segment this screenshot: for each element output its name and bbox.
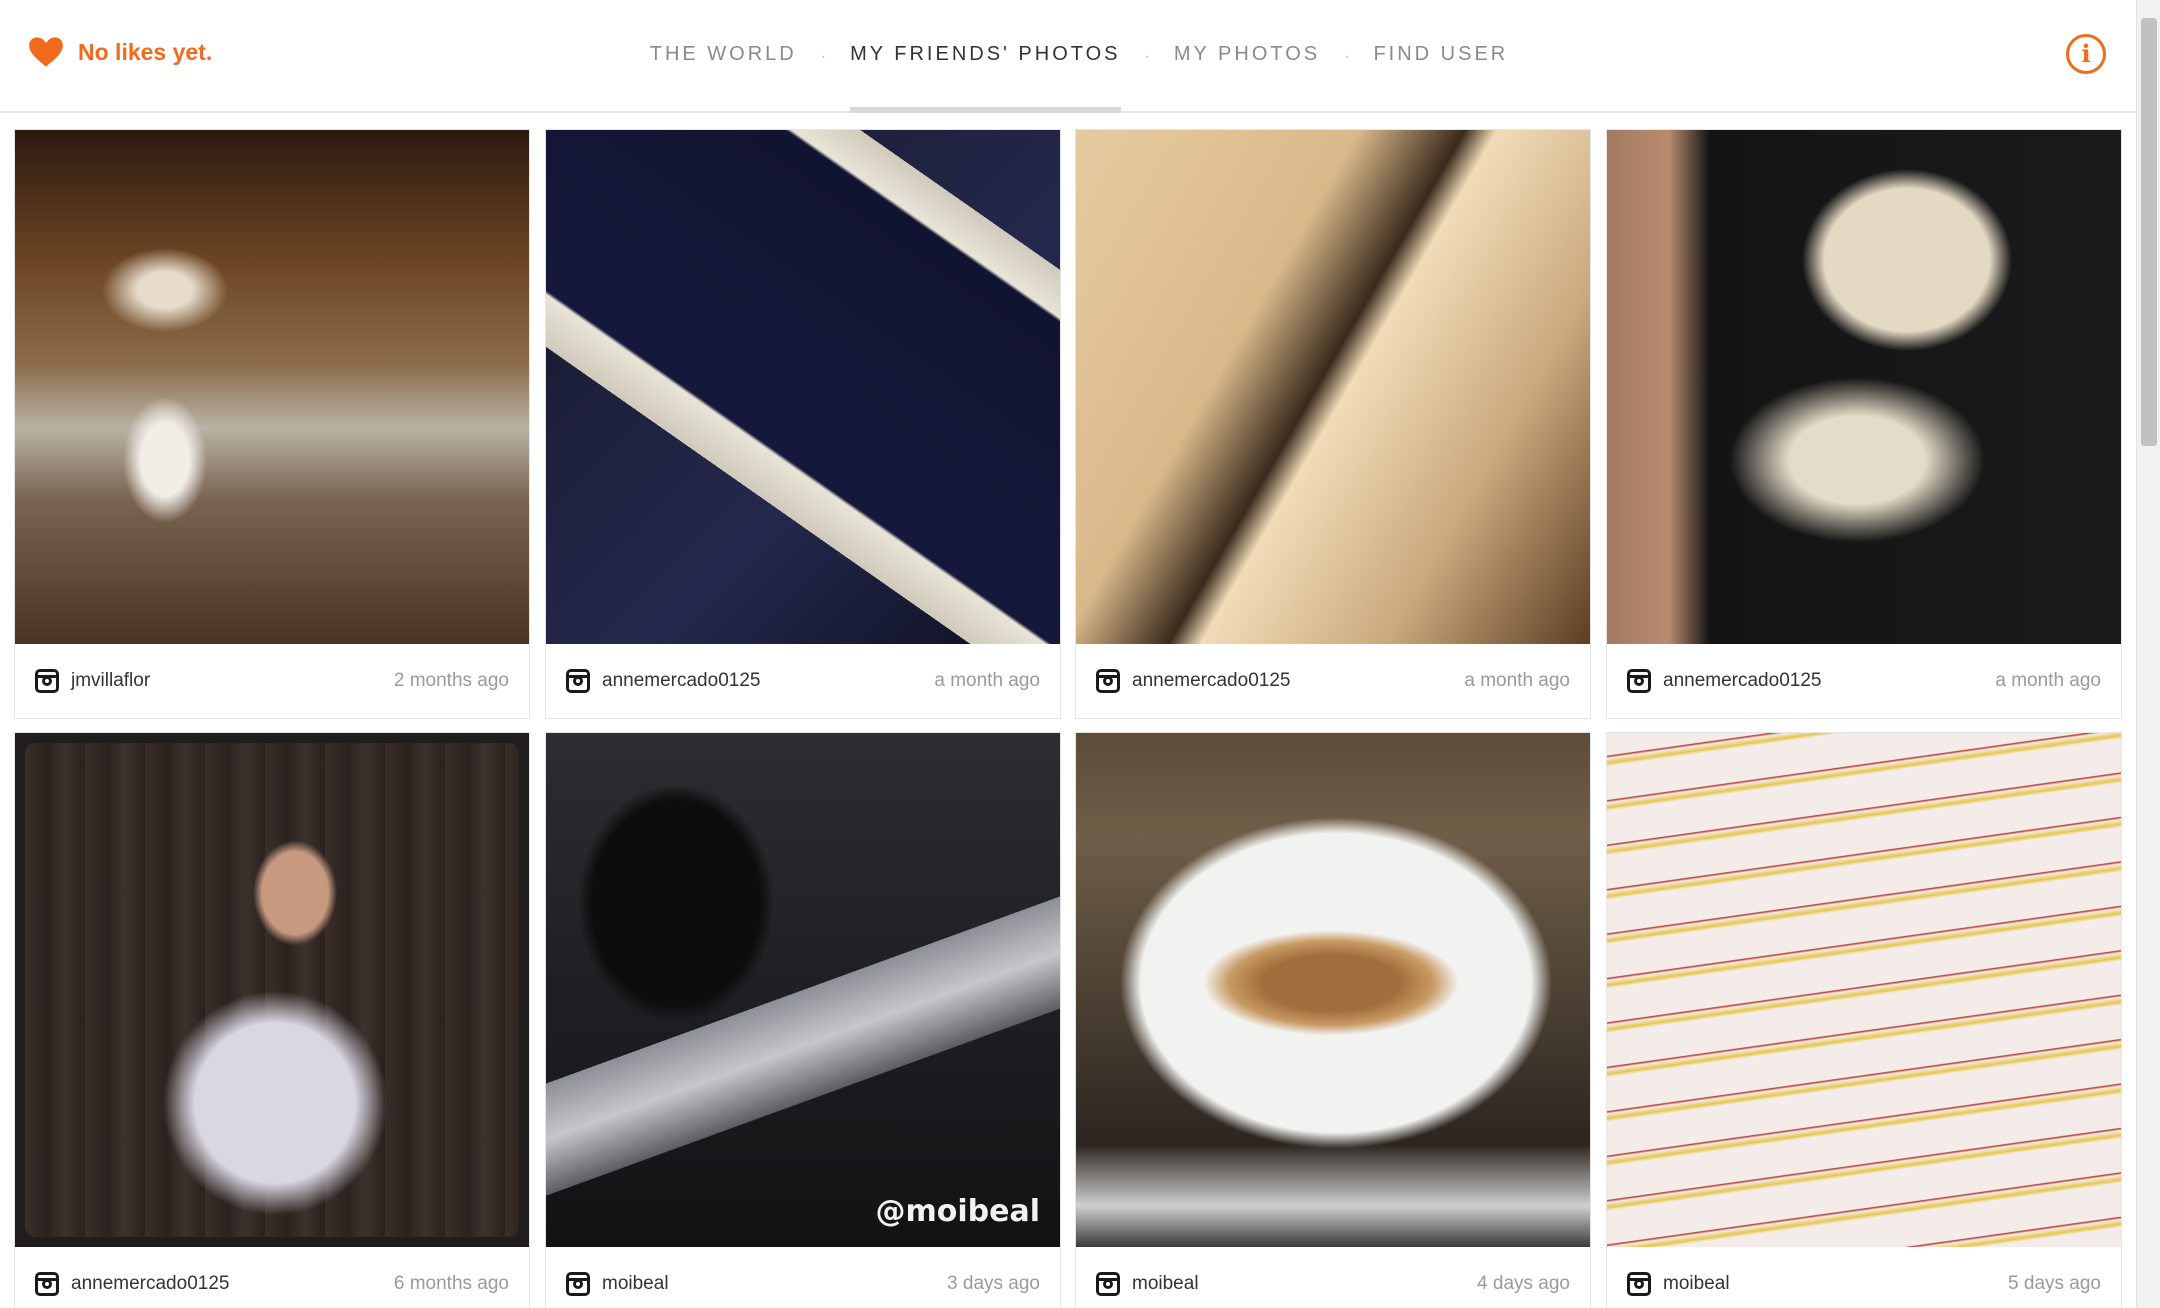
photo-timestamp: a month ago: [934, 670, 1040, 691]
tab-my-friends-photos[interactable]: MY FRIENDS' PHOTOS: [850, 0, 1121, 113]
photo-card[interactable]: @moibeal moibeal 3 days ago: [545, 732, 1061, 1308]
photo-timestamp: 5 days ago: [2008, 1273, 2101, 1294]
photo-timestamp: 2 months ago: [393, 670, 509, 691]
photo-card[interactable]: jmvillaflor 2 months ago: [14, 129, 530, 719]
photo-meta: moibeal 3 days ago: [546, 1247, 1060, 1308]
photo-timestamp: 6 months ago: [393, 1273, 509, 1294]
photo-timestamp: 3 days ago: [947, 1273, 1040, 1294]
photo-image[interactable]: [1607, 733, 2121, 1247]
photo-meta: moibeal 4 days ago: [1076, 1247, 1590, 1308]
page-scrollbar[interactable]: [2136, 0, 2160, 1308]
instagram-icon: [1096, 669, 1120, 693]
instagram-icon: [1627, 1272, 1651, 1296]
photo-username[interactable]: annemercado0125: [1663, 670, 1821, 692]
photo-frame: [25, 743, 519, 1237]
photo-watermark: @moibeal: [875, 1194, 1040, 1229]
photo-timestamp: a month ago: [1464, 670, 1570, 691]
photo-card[interactable]: annemercado0125 6 months ago: [14, 732, 530, 1308]
photo-card[interactable]: annemercado0125 a month ago: [1075, 129, 1591, 719]
photo-username[interactable]: annemercado0125: [1132, 670, 1290, 692]
instagram-icon: [1627, 669, 1651, 693]
photo-image[interactable]: [15, 733, 529, 1247]
photo-meta: jmvillaflor 2 months ago: [15, 644, 529, 718]
instagram-icon: [566, 669, 590, 693]
photo-card[interactable]: annemercado0125 a month ago: [545, 129, 1061, 719]
photo-card[interactable]: annemercado0125 a month ago: [1606, 129, 2122, 719]
top-bar: No likes yet. THE WORLD · MY FRIENDS' PH…: [0, 0, 2136, 113]
photo-username[interactable]: moibeal: [602, 1273, 669, 1295]
main-nav: THE WORLD · MY FRIENDS' PHOTOS · MY PHOT…: [0, 0, 2136, 113]
scrollbar-thumb[interactable]: [2141, 18, 2157, 446]
photo-image[interactable]: [1076, 130, 1590, 644]
nav-separator: ·: [820, 47, 827, 65]
photo-meta: annemercado0125 a month ago: [546, 644, 1060, 718]
photo-username[interactable]: annemercado0125: [602, 670, 760, 692]
photo-timestamp: a month ago: [1995, 670, 2101, 691]
photo-timestamp: 4 days ago: [1477, 1273, 1570, 1294]
photo-card[interactable]: moibeal 4 days ago: [1075, 732, 1591, 1308]
photo-meta: annemercado0125 6 months ago: [15, 1247, 529, 1308]
photo-image[interactable]: [15, 130, 529, 644]
photo-username[interactable]: moibeal: [1132, 1273, 1199, 1295]
tab-the-world[interactable]: THE WORLD: [650, 0, 797, 113]
photo-username[interactable]: jmvillaflor: [71, 670, 150, 692]
photo-image[interactable]: [1076, 733, 1590, 1247]
photo-username[interactable]: annemercado0125: [71, 1273, 229, 1295]
instagram-icon: [35, 669, 59, 693]
instagram-icon: [1096, 1272, 1120, 1296]
tab-find-user[interactable]: FIND USER: [1373, 0, 1508, 113]
instagram-icon: [35, 1272, 59, 1296]
nav-separator: ·: [1144, 47, 1150, 65]
photo-meta: annemercado0125 a month ago: [1076, 644, 1590, 718]
photo-username[interactable]: moibeal: [1663, 1273, 1730, 1295]
photo-image[interactable]: [546, 130, 1060, 644]
photo-image[interactable]: [1607, 130, 2121, 644]
nav-separator: ·: [1344, 47, 1350, 65]
photo-card[interactable]: moibeal 5 days ago: [1606, 732, 2122, 1308]
instagram-icon: [566, 1272, 590, 1296]
photo-meta: moibeal 5 days ago: [1607, 1247, 2121, 1308]
photo-meta: annemercado0125 a month ago: [1607, 644, 2121, 718]
tab-my-photos[interactable]: MY PHOTOS: [1174, 0, 1320, 113]
info-icon[interactable]: i: [2066, 34, 2106, 74]
photo-image[interactable]: @moibeal: [546, 733, 1060, 1247]
